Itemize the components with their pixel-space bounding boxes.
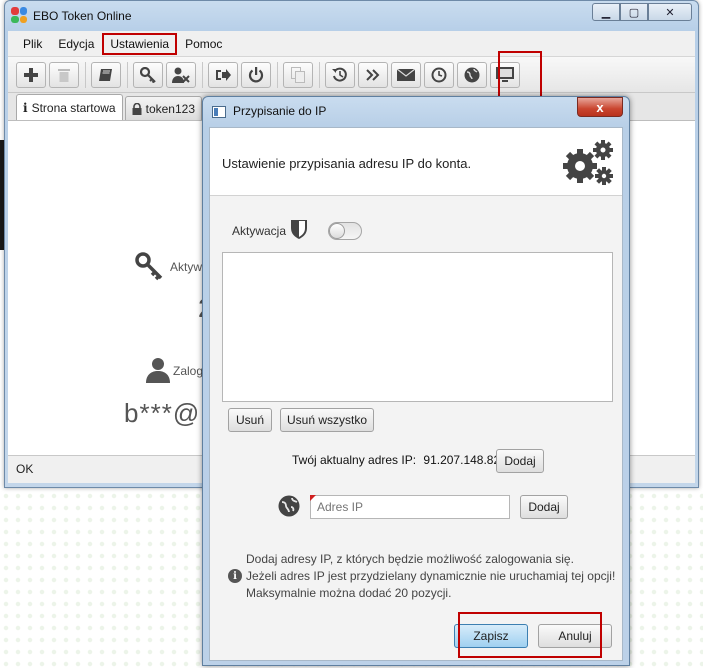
login-button[interactable] [208,61,238,88]
toolbar [8,57,695,93]
gears-icon [560,136,616,191]
close-icon: ✕ [665,6,675,19]
status-text: OK [16,462,34,476]
info-line: Jeżeli adres IP jest przydzielany dynami… [246,569,616,583]
app-logo-icon [11,7,27,23]
current-ip-row: Twój aktualny adres IP: 91.207.148.82 [292,453,500,467]
minimize-icon: ▁ [601,6,611,19]
current-ip-value: 91.207.148.82 [423,453,501,467]
globe-icon [464,67,480,82]
highlight-dialog-buttons [458,612,602,658]
close-icon: x [596,99,604,115]
copy-button[interactable] [283,61,313,88]
menu-edycja[interactable]: Edycja [51,34,101,54]
tab-label: Strona startowa [31,100,116,115]
user-icon [146,357,170,386]
tab-token123[interactable]: token123 [124,96,202,120]
trash-icon [58,68,70,82]
remove-user-button[interactable] [166,61,196,88]
maximize-button[interactable]: ▢ [620,3,648,21]
mail-button[interactable] [391,61,421,88]
mail-icon [397,68,415,81]
info-icon: i [228,569,242,583]
current-ip-label: Twój aktualny adres IP: [292,453,417,467]
ip-assignment-dialog: Przypisanie do IP x Ustawienie przypisan… [202,96,630,666]
minimize-button[interactable]: ▁ [592,3,620,21]
dialog-window-icon [212,106,226,118]
dialog-body: Ustawienie przypisania adresu IP do kont… [209,127,623,661]
maximize-icon: ▢ [628,6,640,19]
history-button[interactable] [325,61,355,88]
clock-button[interactable] [424,61,454,88]
info-line: Maksymalnie można dodać 20 pozycji. [246,586,452,600]
key-icon [134,251,164,288]
copy-icon [291,66,305,83]
required-field-marker [310,495,316,501]
ip-address-list[interactable] [222,252,613,402]
delete-button[interactable] [49,61,79,88]
info-text: Dodaj adresy IP, z których będzie możliw… [246,551,615,602]
key-icon [140,66,156,83]
toolbar-separator [277,61,278,88]
more-button[interactable] [358,61,388,88]
toolbar-separator [85,61,86,88]
window-title: EBO Token Online [33,9,132,23]
globe-button[interactable] [457,61,487,88]
ip-address-input[interactable] [310,495,510,519]
remove-all-button[interactable]: Usuń wszystko [280,408,374,432]
menu-bar: Plik Edycja Ustawienia Pomoc [8,31,695,57]
add-button[interactable] [16,61,46,88]
menu-pomoc[interactable]: Pomoc [178,34,229,54]
chevrons-right-icon [366,68,380,81]
info-icon: i [23,100,28,115]
toolbar-separator [202,61,203,88]
shield-icon [290,218,308,243]
info-line: Dodaj adresy IP, z których będzie możliw… [246,552,574,566]
toggle-knob [329,223,345,239]
activation-label: Aktywacja [232,224,287,238]
menu-ustawienia[interactable]: Ustawienia [102,32,178,55]
toolbar-separator [319,61,320,88]
power-icon [248,66,264,82]
activation-toggle[interactable] [328,222,362,240]
clock-icon [431,67,447,82]
globe-icon [278,495,300,520]
dialog-header: Ustawienie przypisania adresu IP do kont… [210,128,622,196]
remove-button[interactable]: Usuń [228,408,272,432]
tab-label: token123 [145,101,195,116]
close-button[interactable]: ✕ [648,3,692,21]
window-controls: ▁ ▢ ✕ [592,3,692,21]
add-ip-button[interactable]: Dodaj [520,495,568,519]
toolbar-separator [127,61,128,88]
book-icon [99,68,112,81]
login-icon [216,68,231,81]
lock-icon [132,102,142,115]
dialog-header-text: Ustawienie przypisania adresu IP do kont… [222,156,472,171]
tab-strona-startowa[interactable]: i Strona startowa [16,94,123,120]
remove-user-icon [172,67,190,83]
title-bar[interactable]: EBO Token Online ▁ ▢ ✕ [5,1,698,31]
add-current-ip-button[interactable]: Dodaj [496,449,544,473]
dialog-close-button[interactable]: x [577,97,623,117]
dialog-title: Przypisanie do IP [233,104,327,118]
menu-plik[interactable]: Plik [16,34,49,54]
masked-email: b***@ [124,398,201,428]
history-icon [332,67,347,82]
add-icon [24,67,38,82]
book-button[interactable] [91,61,121,88]
power-button[interactable] [241,61,271,88]
key-button[interactable] [133,61,163,88]
